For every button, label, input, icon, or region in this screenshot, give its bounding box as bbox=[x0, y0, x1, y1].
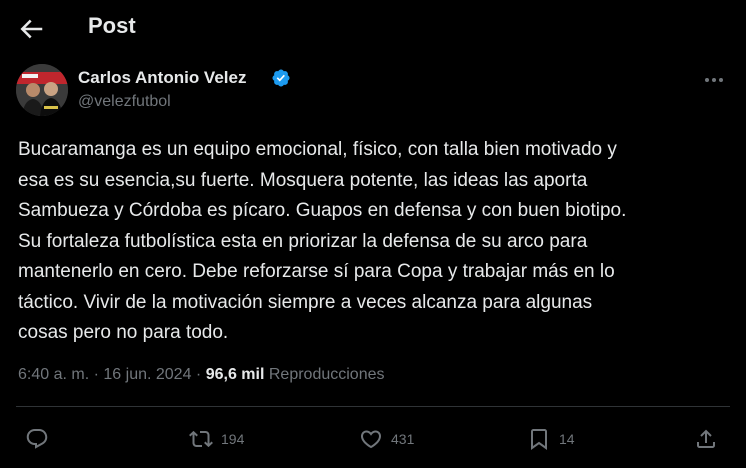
page-header: Post bbox=[0, 0, 746, 56]
verified-badge-icon bbox=[271, 68, 291, 88]
back-button[interactable] bbox=[16, 14, 46, 44]
reply-button[interactable] bbox=[25, 424, 49, 454]
share-button[interactable] bbox=[694, 424, 718, 454]
divider bbox=[16, 406, 730, 407]
author-name[interactable]: Carlos Antonio Velez bbox=[78, 68, 246, 88]
views-label: Reproducciones bbox=[268, 366, 385, 383]
post-meta: 6:40 a. m. · 16 jun. 2024 · 96,6 mil Rep… bbox=[18, 366, 384, 384]
avatar-photo-icon bbox=[16, 64, 68, 116]
more-options-button[interactable] bbox=[700, 68, 728, 92]
views-count: 96,6 mil bbox=[205, 366, 265, 383]
bookmark-button[interactable]: 14 bbox=[527, 424, 575, 454]
meta-separator: · bbox=[195, 366, 202, 383]
bookmark-count: 14 bbox=[559, 431, 575, 447]
post-text: Bucaramanga es un equipo emocional, físi… bbox=[18, 139, 627, 343]
post-time[interactable]: 6:40 a. m. bbox=[18, 366, 89, 383]
retweet-count: 194 bbox=[221, 431, 245, 447]
meta-separator: · bbox=[93, 366, 99, 383]
post-date[interactable]: 16 jun. 2024 bbox=[103, 366, 191, 383]
page-title: Post bbox=[88, 13, 136, 38]
author-handle[interactable]: @velezfutbol bbox=[78, 93, 171, 111]
arrow-left-icon bbox=[20, 19, 43, 39]
retweet-button[interactable]: 194 bbox=[189, 424, 244, 454]
reply-icon bbox=[26, 429, 48, 449]
like-button[interactable]: 431 bbox=[359, 424, 414, 454]
heart-icon bbox=[360, 430, 382, 449]
share-icon bbox=[697, 429, 715, 448]
retweet-icon bbox=[189, 430, 213, 448]
bookmark-icon bbox=[531, 429, 547, 450]
more-horizontal-icon bbox=[705, 78, 723, 82]
like-count: 431 bbox=[391, 431, 415, 447]
avatar[interactable] bbox=[16, 64, 68, 116]
